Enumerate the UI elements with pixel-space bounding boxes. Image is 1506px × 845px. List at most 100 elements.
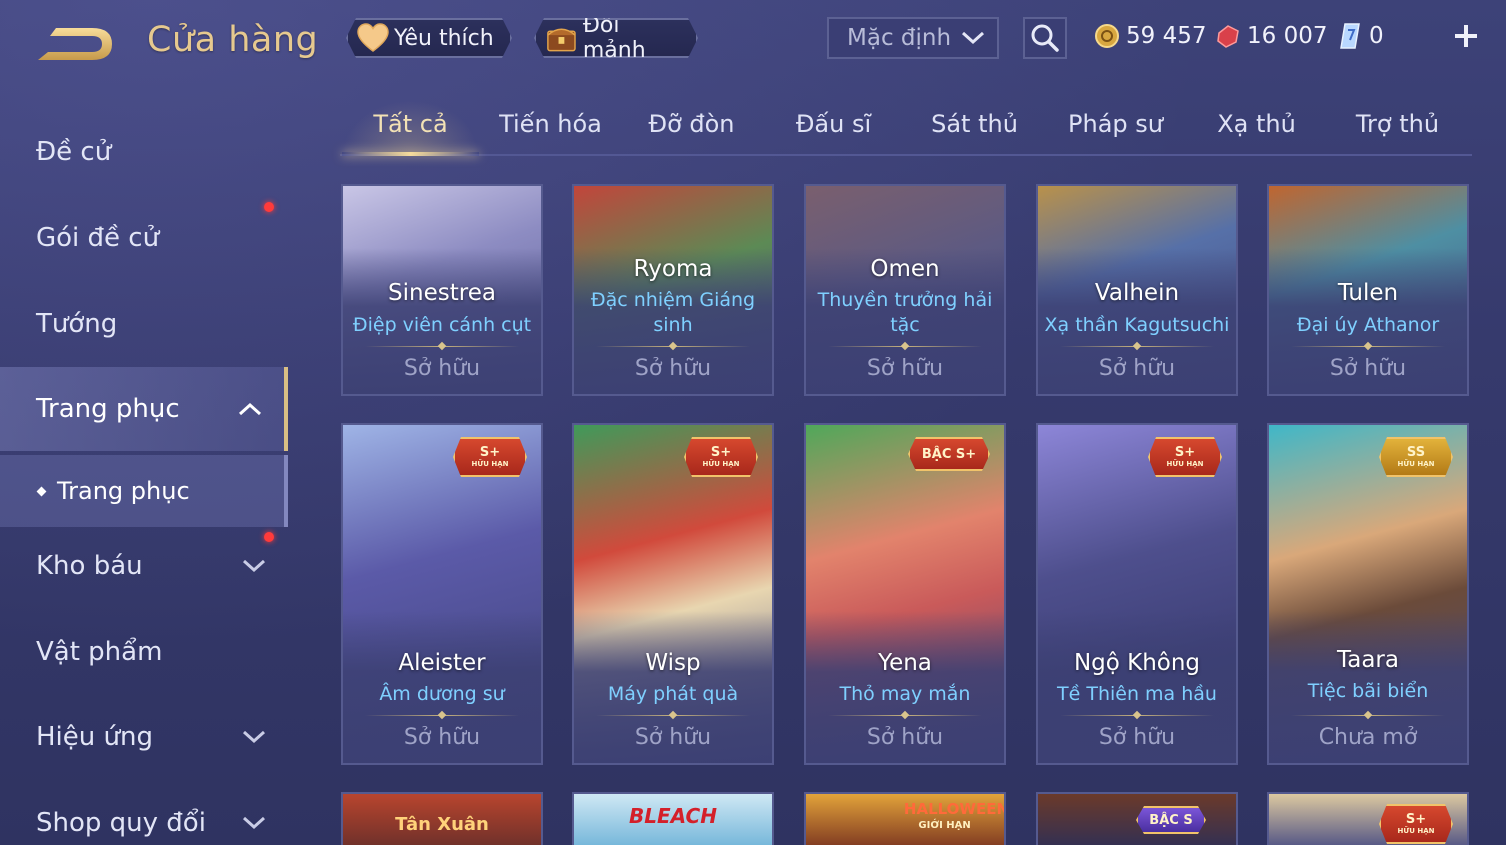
favorites-button[interactable]: Yêu thích [346, 18, 512, 58]
sidebar-item-recommended[interactable]: Đề cử [0, 110, 288, 194]
sidebar-item-label: Tướng [36, 309, 118, 339]
plus-icon [1455, 25, 1477, 47]
skin-card[interactable]: Ryoma Đặc nhiệm Giáng sinh Sở hữu [572, 184, 774, 396]
skin-card[interactable]: BẬC S [1036, 792, 1238, 845]
notification-dot [264, 532, 274, 542]
ownership-status: Sở hữu [634, 725, 712, 750]
ownership-status: Sở hữu [866, 356, 944, 381]
skin-card[interactable]: Valhein Xạ thần Kagutsuchi Sở hữu [1036, 184, 1238, 396]
hero-name: Yena [878, 650, 932, 676]
hero-name: Taara [1337, 647, 1399, 673]
sidebar-item-items[interactable]: Vật phẩm [0, 610, 288, 694]
sidebar-item-heroes[interactable]: Tướng [0, 282, 288, 366]
event-banner: HALLOWEEN [903, 800, 1006, 818]
skin-card[interactable]: HALLOWEEN GIỚI HẠN [804, 792, 1006, 845]
chevron-down-icon [242, 730, 266, 744]
category-tabs: Tất cả Tiến hóa Đỡ đòn Đấu sĩ Sát thủ Ph… [340, 100, 1472, 156]
event-banner: BLEACH [629, 804, 717, 828]
sidebar-item-effects[interactable]: Hiệu ứng [0, 695, 288, 779]
rarity-badge: SS HỮU HẠN [1379, 437, 1453, 477]
ownership-status: Sở hữu [1329, 356, 1407, 381]
tab-support[interactable]: Trợ thủ [1329, 110, 1466, 156]
gold-currency: 59 457 [1094, 20, 1206, 52]
ownership-status: Sở hữu [866, 725, 944, 750]
search-button[interactable] [1023, 17, 1067, 59]
hero-name: Omen [870, 256, 940, 282]
skin-card[interactable]: Tulen Đại úy Athanor Sở hữu [1267, 184, 1469, 396]
sidebar-item-treasure[interactable]: Kho báu [0, 524, 288, 608]
tab-assassin[interactable]: Sát thủ [906, 110, 1043, 156]
add-currency-button[interactable] [1448, 18, 1484, 54]
search-icon [1031, 24, 1059, 52]
tab-evolution[interactable]: Tiến hóa [482, 110, 619, 156]
sidebar-item-label: Trang phục [36, 394, 180, 424]
hero-name: Ryoma [633, 256, 713, 282]
sort-dropdown[interactable]: Mặc định [827, 17, 999, 59]
skin-card[interactable]: S+ HỮU HẠN Aleister Âm dương sư Sở hữu [341, 423, 543, 765]
chevron-down-icon [242, 559, 266, 573]
fragment-exchange-label: Đổi mảnh [582, 13, 646, 63]
skin-card[interactable]: BẬC S+ Yena Thỏ may mắn Sở hữu [804, 423, 1006, 765]
crystal-icon [1340, 23, 1360, 49]
sort-value: Mặc định [847, 25, 952, 51]
heart-icon [356, 23, 390, 53]
sidebar-item-label: Kho báu [36, 551, 143, 581]
chevron-down-icon [961, 31, 985, 45]
gold-coin-icon [1095, 24, 1119, 48]
active-tab-underline [342, 152, 479, 156]
tab-tank[interactable]: Đỡ đòn [623, 110, 760, 156]
favorites-label: Yêu thích [394, 25, 494, 51]
ownership-status: Sở hữu [403, 725, 481, 750]
skin-card[interactable]: BLEACH [572, 792, 774, 845]
event-banner: Tân Xuân [395, 814, 489, 835]
skin-name: Đặc nhiệm Giáng sinh [590, 289, 756, 336]
hero-name: Ngộ Không [1073, 650, 1201, 676]
skin-card[interactable]: S+ HỮU HẠN Ngộ Không Tề Thiên ma hầu Sở h… [1036, 423, 1238, 765]
sidebar-item-recommended-packs[interactable]: Gói đề cử [0, 196, 288, 280]
sidebar-item-label: Hiệu ứng [36, 722, 153, 752]
tab-marksman[interactable]: Xạ thủ [1188, 110, 1325, 156]
skin-card[interactable]: S+ HỮU HẠN Wisp Máy phát quà Sở hữu [572, 423, 774, 765]
crystal-currency: 0 [1337, 20, 1384, 52]
skin-name: Thỏ may mắn [839, 683, 971, 705]
rarity-badge: S+ HỮU HẠN [453, 437, 527, 477]
skin-card[interactable]: S+ HỮU HẠN [1267, 792, 1469, 845]
skin-name: Điệp viên cánh cụt [352, 314, 532, 336]
ruby-currency: 16 007 [1215, 20, 1327, 52]
ruby-icon [1217, 25, 1239, 48]
skin-name: Thuyền trưởng hải tặc [817, 289, 993, 336]
ownership-status: Sở hữu [403, 356, 481, 381]
sidebar-item-label: Vật phẩm [36, 637, 163, 667]
hero-name: Wisp [645, 650, 701, 676]
sidebar-subitem-skins[interactable]: Trang phục [0, 455, 288, 527]
sidebar-item-skins[interactable]: Trang phục [0, 367, 288, 451]
sidebar: Đề cử Gói đề cử Tướng Trang phục Trang p… [0, 100, 290, 845]
sidebar-item-exchange-shop[interactable]: Shop quy đổi [0, 781, 288, 845]
rarity-badge: S+ HỮU HẠN [1379, 804, 1453, 844]
ownership-status: Sở hữu [634, 356, 712, 381]
ownership-status: Sở hữu [1098, 725, 1176, 750]
fragment-exchange-button[interactable]: Đổi mảnh [534, 18, 698, 58]
hero-name: Tulen [1337, 280, 1399, 306]
skin-card[interactable]: Tân Xuân [341, 792, 543, 845]
ownership-status: Sở hữu [1098, 356, 1176, 381]
hero-name: Aleister [398, 650, 486, 676]
skin-name: Tề Thiên ma hầu [1057, 683, 1217, 705]
tab-fighter[interactable]: Đấu sĩ [765, 110, 902, 156]
event-banner-sub: GIỚI HẠN [918, 820, 971, 831]
sidebar-item-label: Đề cử [36, 137, 112, 167]
rarity-badge: S+ HỮU HẠN [1148, 437, 1222, 477]
skin-name: Đại úy Athanor [1296, 314, 1440, 336]
skin-card[interactable]: SS HỮU HẠN Taara Tiệc bãi biển Chưa mở [1267, 423, 1469, 765]
skin-name: Tiệc bãi biển [1307, 680, 1429, 702]
chevron-down-icon [242, 816, 266, 830]
ruby-amount: 16 007 [1247, 23, 1328, 49]
sidebar-subitem-label: Trang phục [57, 477, 190, 505]
skin-card[interactable]: Sinestrea Điệp viên cánh cụt Sở hữu [341, 184, 543, 396]
tab-all[interactable]: Tất cả [342, 110, 479, 156]
hero-name: Sinestrea [388, 280, 496, 306]
sidebar-item-label: Gói đề cử [36, 223, 160, 253]
back-button[interactable] [34, 24, 116, 64]
tab-mage[interactable]: Pháp sư [1047, 110, 1184, 156]
skin-card[interactable]: Omen Thuyền trưởng hải tặc Sở hữu [804, 184, 1006, 396]
